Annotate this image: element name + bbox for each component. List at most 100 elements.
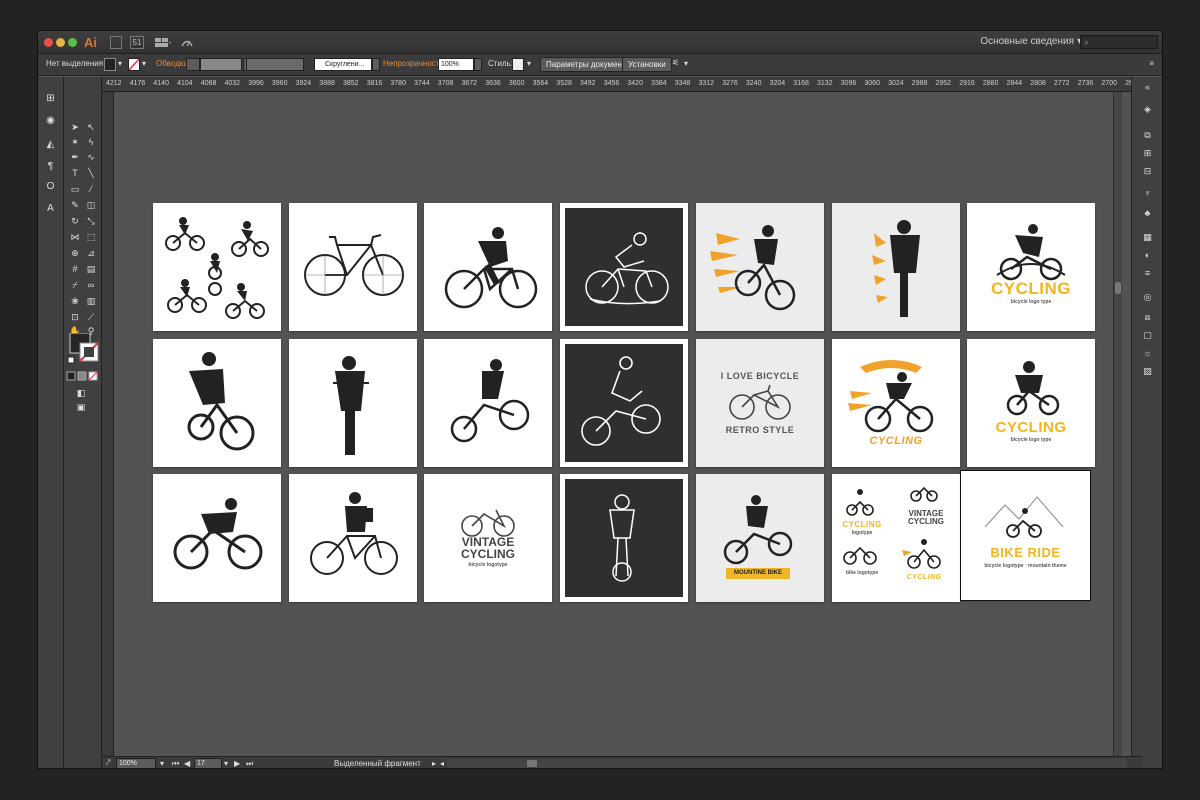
maximize-window-button[interactable]	[68, 38, 77, 47]
shape-builder-icon[interactable]: ⊕	[68, 247, 82, 260]
arrange-documents-icon[interactable]	[154, 36, 172, 49]
symbol-sprayer-icon[interactable]: ❀	[68, 295, 82, 308]
artboard-tile[interactable]	[424, 339, 552, 467]
artboard-tile[interactable]	[153, 203, 281, 331]
vertical-ruler[interactable]	[102, 92, 114, 756]
rectangle-tool-icon[interactable]: ▭	[68, 183, 82, 196]
vertical-scrollbar[interactable]	[1113, 92, 1122, 756]
help-search-input[interactable]: ⌕	[1080, 35, 1158, 49]
line-tool-icon[interactable]: ╲	[84, 167, 98, 180]
align-panel-icon[interactable]: ⊟	[1141, 165, 1154, 177]
appearance-panel-icon[interactable]: ◉	[43, 113, 58, 128]
artboard-tile[interactable]	[560, 474, 688, 602]
artboard-tile[interactable]	[153, 474, 281, 602]
zoom-select[interactable]: 100%	[116, 758, 156, 768]
links-panel-icon[interactable]: ⧈	[1141, 311, 1154, 323]
graphic-styles-icon[interactable]: ◭	[43, 137, 58, 152]
artboard-tile[interactable]	[153, 339, 281, 467]
free-transform-icon[interactable]: ⬚	[84, 231, 98, 244]
chevron-down-icon[interactable]: ▾	[142, 59, 146, 68]
opacity-label[interactable]: Непрозрачность:	[383, 59, 446, 68]
previous-artboard-button[interactable]: ◀	[184, 759, 190, 768]
last-artboard-button[interactable]: ⏭	[246, 759, 253, 768]
lasso-tool-icon[interactable]: ϟ	[84, 136, 98, 149]
screen-mode-icon[interactable]: ▣	[74, 401, 88, 414]
navigator-panel-icon[interactable]: ▨	[1141, 365, 1154, 377]
artboard-tile[interactable]	[696, 203, 824, 331]
artboard-tile-selected[interactable]: BIKE RIDE bicycle logotype · mountain th…	[960, 470, 1091, 601]
direct-selection-tool-icon[interactable]: ↖	[84, 121, 98, 134]
artboard-tool-icon[interactable]: ⊡	[68, 311, 82, 324]
opentype-panel-icon[interactable]: O	[43, 179, 58, 194]
stroke-weight-input[interactable]	[200, 58, 242, 71]
mesh-tool-icon[interactable]: #	[68, 263, 82, 276]
symbols-panel-icon[interactable]: ♣	[1141, 207, 1154, 219]
eraser-tool-icon[interactable]: ◫	[84, 199, 98, 212]
stroke-swatch[interactable]	[128, 58, 140, 71]
chevron-right-icon[interactable]	[474, 58, 482, 71]
chevron-down-icon[interactable]: ▾	[224, 759, 228, 768]
image-trace-icon[interactable]: ☼	[1141, 347, 1154, 359]
chevron-down-icon[interactable]: ▾	[684, 59, 688, 68]
perspective-grid-icon[interactable]: ⊿	[84, 247, 98, 260]
artboard-tile[interactable]	[289, 203, 417, 331]
close-window-button[interactable]	[44, 38, 53, 47]
width-tool-icon[interactable]: ⋈	[68, 231, 82, 244]
pathfinder-panel-icon[interactable]: ⊞	[1141, 147, 1154, 159]
stock-button[interactable]: 51	[130, 36, 144, 49]
artboard-tile[interactable]: CYCLING bicycle logo type	[967, 339, 1095, 467]
chevron-down-icon[interactable]	[372, 58, 380, 71]
drawing-mode-icon[interactable]: ◧	[74, 387, 88, 400]
artboard-tile[interactable]: MOUNTINE BIKE	[696, 474, 824, 602]
libraries-panel-icon[interactable]: ◎	[1141, 291, 1154, 303]
preferences-button[interactable]: Установки	[622, 57, 672, 72]
column-graph-icon[interactable]: ▥	[84, 295, 98, 308]
character-panel-icon[interactable]: A	[43, 201, 58, 216]
scroll-left-icon[interactable]: ◂	[440, 759, 444, 768]
chevron-down-icon[interactable]: ▾	[527, 59, 531, 68]
scale-tool-icon[interactable]: ⤡	[84, 215, 98, 228]
brush-definition-select[interactable]: Скруглени...	[314, 58, 372, 71]
export-panel-icon[interactable]: ▢	[1141, 329, 1154, 341]
pencil-tool-icon[interactable]: ✎	[68, 199, 82, 212]
bridge-icon[interactable]	[110, 36, 122, 49]
chevron-left-icon[interactable]: «	[1141, 81, 1154, 93]
curvature-tool-icon[interactable]: ∿	[84, 151, 98, 164]
chevron-right-icon[interactable]: ▸	[432, 759, 436, 768]
selection-tool-icon[interactable]: ➤	[68, 121, 82, 134]
artboard-tile[interactable]	[560, 339, 688, 467]
artboard-tile[interactable]: CYCLING	[832, 339, 960, 467]
panel-menu-icon[interactable]: ≡	[1149, 59, 1154, 68]
chevron-down-icon[interactable]: ▾	[160, 759, 164, 768]
status-text[interactable]: Выделенный фрагмент	[334, 759, 421, 768]
brushes-panel-icon[interactable]: ♆	[1141, 187, 1154, 199]
fill-swatch[interactable]	[104, 58, 116, 71]
artboard-number-input[interactable]: 17	[194, 758, 222, 768]
pen-tool-icon[interactable]: ✒	[68, 151, 82, 164]
artboards-panel-icon[interactable]: ⊞	[43, 91, 58, 106]
chevron-down-icon[interactable]: ▾	[118, 59, 122, 68]
artboard-tile[interactable]: CYCLING bicycle logo type	[967, 203, 1095, 331]
artboard-tile[interactable]: I LOVE BICYCLE RETRO STYLE	[696, 339, 824, 467]
eyedropper-tool-icon[interactable]: ⌿	[68, 279, 82, 292]
swatches-panel-icon[interactable]: ▦	[1141, 231, 1154, 243]
first-artboard-button[interactable]: ⏮	[172, 759, 179, 768]
workspace-switcher[interactable]: Основные сведения	[980, 36, 1074, 47]
magic-wand-icon[interactable]: ✶	[68, 136, 82, 149]
scroll-thumb[interactable]	[1115, 282, 1121, 294]
artboard-tile[interactable]: CYCLING VINTAGE CYCLING bike logotype CY…	[832, 474, 960, 602]
horizontal-scrollbar[interactable]	[447, 759, 1127, 768]
artboard-tile[interactable]	[289, 474, 417, 602]
fill-stroke-widget[interactable]	[66, 332, 100, 367]
gradient-tool-icon[interactable]: ▤	[84, 263, 98, 276]
slice-tool-icon[interactable]: ⟋	[84, 311, 98, 324]
variable-width-profile[interactable]	[246, 58, 304, 71]
artboard-tile[interactable]	[289, 339, 417, 467]
color-guide-icon[interactable]: ◐	[1141, 249, 1154, 261]
gpu-performance-icon[interactable]	[180, 36, 194, 49]
blend-tool-icon[interactable]: ∞	[84, 279, 98, 292]
scroll-thumb[interactable]	[527, 760, 537, 767]
paragraph-panel-icon[interactable]: ¶	[43, 159, 58, 174]
artboard-tile[interactable]	[832, 203, 960, 331]
graphic-style-swatch[interactable]	[512, 58, 524, 71]
